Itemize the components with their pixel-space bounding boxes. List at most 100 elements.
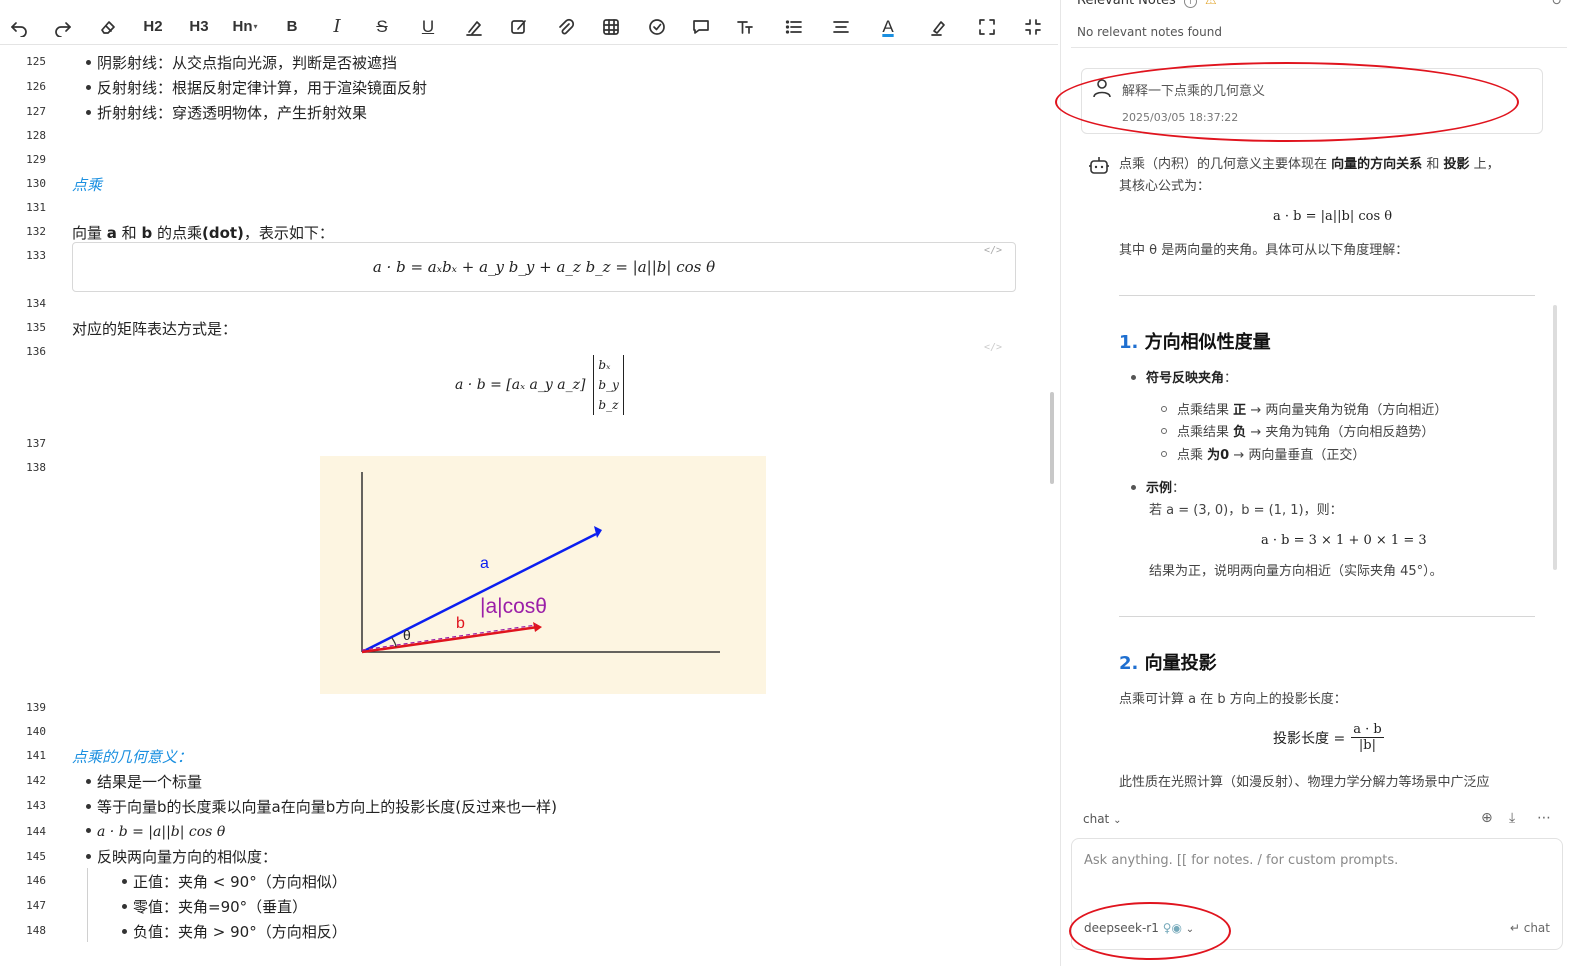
text: 点乘结果 xyxy=(1177,403,1230,418)
list-item-text: 负值：夹角 > 90°（方向相反） xyxy=(133,923,347,941)
sub-list-item: 点乘结果 负 → 夹角为钝角（方向相反趋势） xyxy=(1161,422,1434,444)
redo-icon[interactable] xyxy=(46,8,80,45)
list-item-formula: a · b = |a||b| cos θ xyxy=(97,824,226,840)
refresh-icon[interactable]: ↻ xyxy=(1551,0,1562,9)
text-color-button[interactable]: A xyxy=(871,8,905,45)
highlighter-icon[interactable] xyxy=(457,8,491,45)
strikethrough-button[interactable]: S xyxy=(365,8,399,45)
projection-label: 投影长度 = xyxy=(1273,730,1346,747)
math-matrix-block[interactable]: a · b = [aₓ a_y a_z] bₓ b_y b_z xyxy=(455,352,624,418)
eraser-icon[interactable] xyxy=(91,8,125,45)
user-message-time: 2025/03/05 18:37:22 xyxy=(1122,111,1239,124)
text: 的点乘 xyxy=(152,224,202,242)
align-icon[interactable] xyxy=(824,8,858,45)
ai-intro: 点乘（内积）的几何意义主要体现在 向量的方向关系 和 投影 上， 其核心公式为： xyxy=(1119,154,1539,198)
vector-a-label: a xyxy=(106,224,117,242)
ai-formula: a · b = |a||b| cos θ xyxy=(1273,209,1393,224)
list-item: 反射射线：根据反射定律计算，用于渲染镜面反射 xyxy=(86,77,427,98)
line-number: 128 xyxy=(26,129,46,142)
italic-button[interactable]: I xyxy=(320,8,354,45)
heading-n-button[interactable]: Hn ▾ xyxy=(228,8,262,45)
list-item: a · b = |a||b| cos θ xyxy=(86,822,225,840)
indent-guide xyxy=(87,868,88,942)
text: → 夹角为钝角（方向相反趋势） xyxy=(1250,425,1435,440)
chat-panel: Relevant Notes i ⚠ ↻ No relevant notes f… xyxy=(1055,0,1576,966)
user-message-card[interactable]: 解释一下点乘的几何意义 2025/03/05 18:37:22 xyxy=(1081,68,1543,134)
chat-scrollbar[interactable] xyxy=(1553,305,1557,570)
editor-pane[interactable]: H2 H3 Hn ▾ B I S U A 125 126 127 128 129 … xyxy=(0,0,1058,966)
fullscreen-icon[interactable] xyxy=(970,8,1004,45)
code-toggle-icon[interactable]: </> xyxy=(984,245,1002,256)
chat-mode-select[interactable]: chat ⌄ xyxy=(1083,812,1121,826)
info-icon[interactable]: i xyxy=(1183,0,1197,8)
text: 点乘结果 xyxy=(1177,425,1230,440)
font-size-icon[interactable] xyxy=(728,8,762,45)
table-icon[interactable] xyxy=(594,8,628,45)
heading-geometric-meaning: 点乘的几何意义： xyxy=(72,748,193,766)
line-number: 132 xyxy=(26,225,46,238)
model-feature-icon: ♀◉ xyxy=(1162,921,1182,935)
task-check-icon[interactable] xyxy=(640,8,674,45)
editor-scrollbar[interactable] xyxy=(1050,392,1054,484)
edit-icon[interactable] xyxy=(502,8,536,45)
text: 点乘（内积）的几何意义主要体现在 xyxy=(1119,157,1328,172)
new-chat-icon[interactable]: ⊕ xyxy=(1481,810,1493,826)
editor-toolbar: H2 H3 Hn ▾ B I S U A xyxy=(0,8,1058,45)
download-icon[interactable]: ⤓ xyxy=(1509,810,1515,826)
bullet-dot xyxy=(86,778,91,784)
warning-icon[interactable]: ⚠ xyxy=(1205,0,1217,8)
bullet-dot xyxy=(86,853,91,859)
divider xyxy=(1071,47,1567,48)
heading2-button[interactable]: H2 xyxy=(136,8,170,45)
line-number: 145 xyxy=(26,850,46,863)
user-icon xyxy=(1093,79,1111,98)
list-item: 结果是一个标量 xyxy=(86,771,202,792)
model-name: deepseek-r1 xyxy=(1084,921,1159,935)
bullet-dot xyxy=(86,59,91,65)
bold-text: 负 xyxy=(1233,425,1247,440)
chat-input-placeholder: Ask anything. [[ for notes. / for custom… xyxy=(1084,853,1399,868)
section-heading: 1. 方向相似性度量 xyxy=(1119,328,1271,354)
list-item: 阴影射线：从交点指向光源，判断是否被遮挡 xyxy=(86,52,397,73)
list-item: 示例： xyxy=(1131,478,1185,500)
heading3-button[interactable]: H3 xyxy=(182,8,216,45)
list-item: 反映两向量方向的相似度： xyxy=(86,846,277,867)
sub-list-item: 负值：夹角 > 90°（方向相反） xyxy=(122,921,347,942)
example-formula: a · b = 3 × 1 + 0 × 1 = 3 xyxy=(1261,533,1427,548)
attachment-icon[interactable] xyxy=(548,8,582,45)
code-toggle-icon[interactable]: </> xyxy=(984,342,1002,353)
line-number: 125 xyxy=(26,55,46,68)
example-line: 若 a = (3, 0)，b = (1, 1)，则： xyxy=(1149,503,1343,518)
model-select[interactable]: deepseek-r1 ♀◉ ⌄ xyxy=(1084,921,1194,935)
line-number: 144 xyxy=(26,825,46,838)
comment-icon[interactable] xyxy=(684,8,718,45)
line-number: 135 xyxy=(26,321,46,334)
line-number: 143 xyxy=(26,799,46,812)
line-number: 147 xyxy=(26,899,46,912)
send-button[interactable]: ↵ chat xyxy=(1510,921,1550,935)
bullet-dot xyxy=(122,928,127,934)
bullet-dot xyxy=(86,109,91,115)
section-heading: 2. 向量投影 xyxy=(1119,649,1217,675)
bullet-circle xyxy=(1161,406,1167,412)
fraction-numerator: a · b xyxy=(1351,722,1384,738)
list-icon[interactable] xyxy=(777,8,811,45)
highlight-color-icon[interactable] xyxy=(922,8,956,45)
line-number: 130 xyxy=(26,177,46,190)
bold-button[interactable]: B xyxy=(275,8,309,45)
dot-product-diagram[interactable]: a b θ |a|cosθ xyxy=(320,456,766,694)
list-item-text: 阴影射线：从交点指向光源，判断是否被遮挡 xyxy=(97,54,398,72)
list-item-text: 结果是一个标量 xyxy=(97,773,203,791)
math-block[interactable]: a · b = aₓbₓ + a_y b_y + a_z b_z = |a||b… xyxy=(72,242,1016,292)
underline-button[interactable]: U xyxy=(411,8,445,45)
sub-list-item: 点乘结果 正 → 两向量夹角为锐角（方向相近） xyxy=(1161,400,1447,422)
chat-input-box[interactable]: Ask anything. [[ for notes. / for custom… xyxy=(1071,838,1563,950)
more-icon[interactable]: ⋯ xyxy=(1537,810,1551,826)
line-number: 126 xyxy=(26,80,46,93)
line-number: 138 xyxy=(26,461,46,474)
chevron-down-icon: ⌄ xyxy=(1113,815,1122,826)
collapse-icon[interactable] xyxy=(1016,8,1050,45)
matrix-column: bₓ b_y b_z xyxy=(593,355,624,415)
undo-icon[interactable] xyxy=(2,8,36,45)
text: 和 xyxy=(1426,157,1440,172)
